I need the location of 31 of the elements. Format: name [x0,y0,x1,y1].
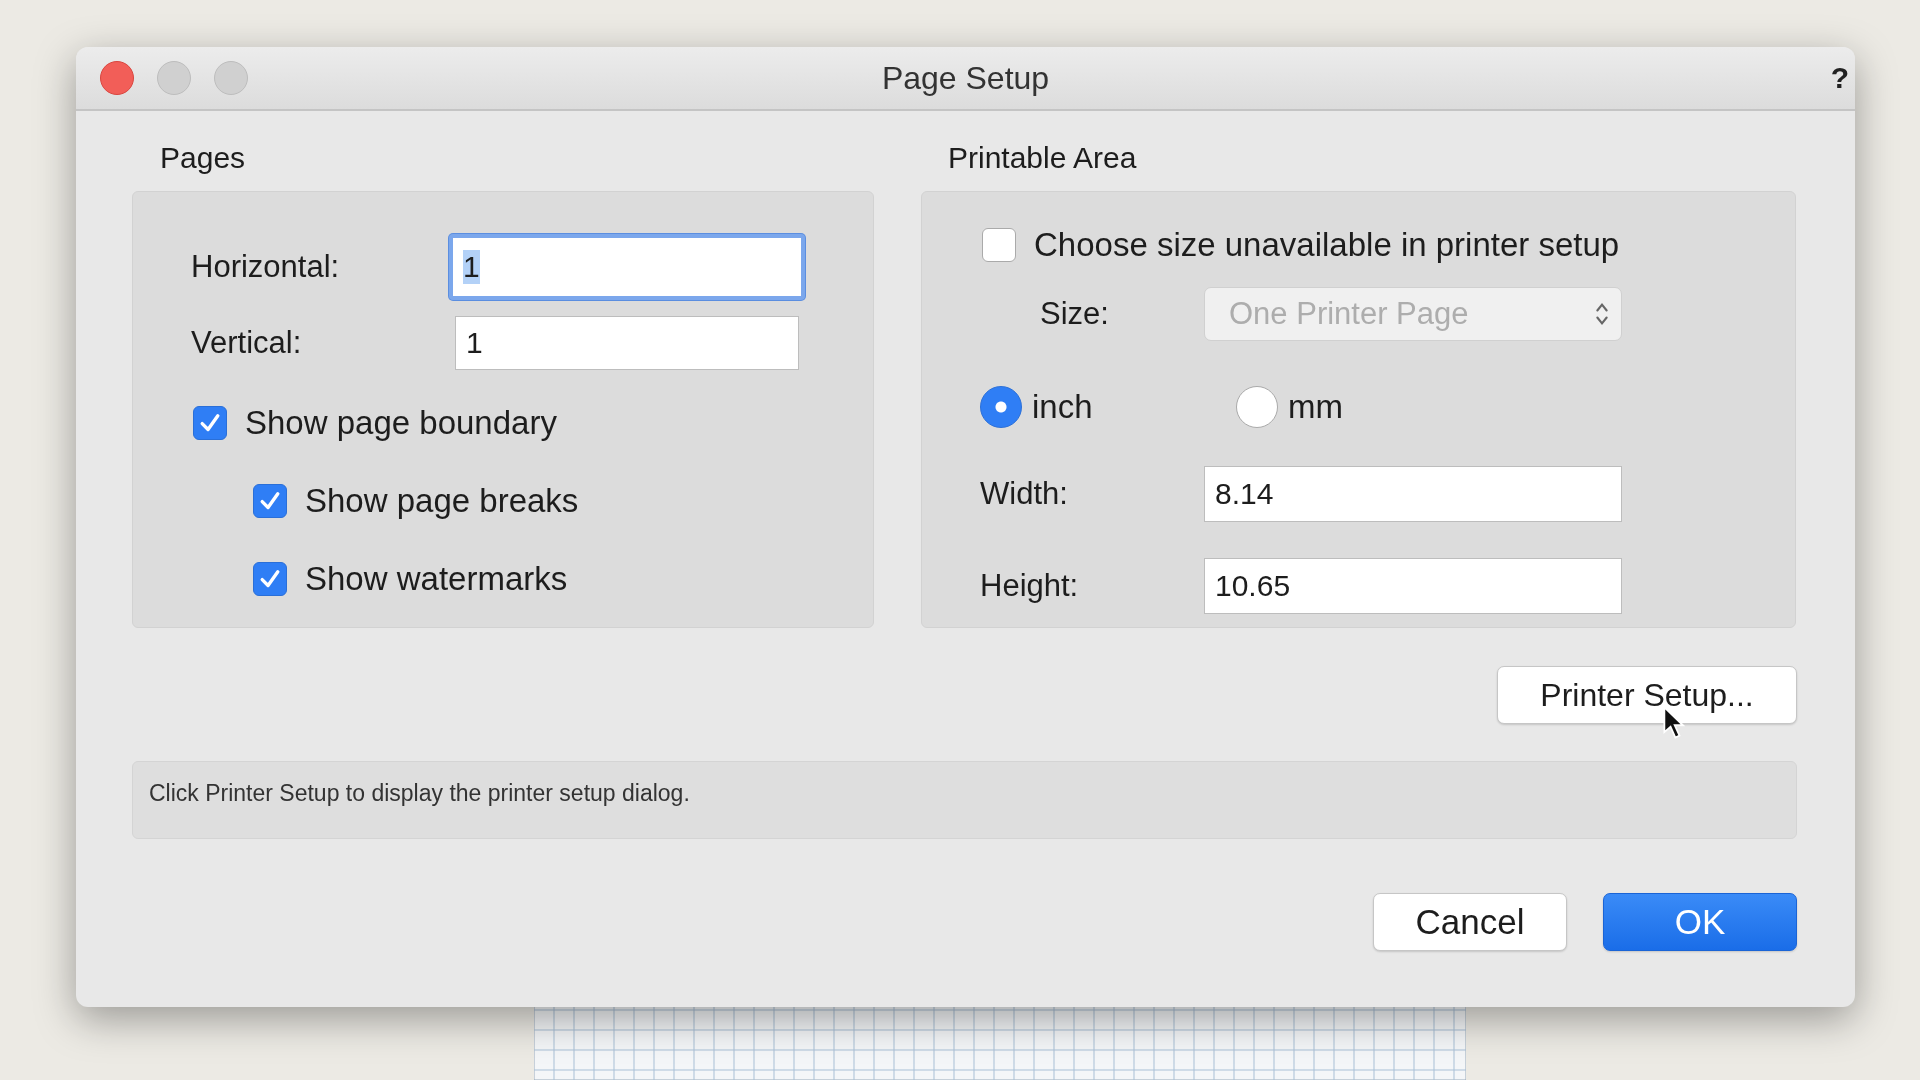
input-field[interactable]: 1 [449,234,805,300]
radio-label: inch [1032,388,1093,426]
close-button[interactable] [100,61,134,95]
chevron-icon [1595,301,1609,327]
field-label: Horizontal: [191,249,341,285]
checkbox-label: Choose size unavailable in printer setup [1034,226,1620,264]
radio-button[interactable] [980,386,1022,428]
ok-button[interactable]: OK [1603,893,1797,951]
field-label: Width: [980,476,1069,512]
checkbox[interactable] [253,562,287,596]
field-label: Height: [980,568,1080,604]
cancel-button[interactable]: Cancel [1373,893,1567,951]
group-title: Printable Area [947,140,1138,176]
radio-label: mm [1288,388,1343,426]
checkbox[interactable] [253,484,287,518]
input-field[interactable]: 1 [455,316,799,370]
help-button[interactable]: ? [1830,61,1849,95]
checkbox-label: Show page boundary [245,404,557,442]
checkbox-label: Show page breaks [305,482,579,520]
input-field[interactable]: 8.14 [1204,466,1622,522]
input-field[interactable]: 10.65 [1204,558,1622,614]
window-title: Page Setup [881,59,1050,97]
field-label: Vertical: [191,325,303,361]
info-text: Click Printer Setup to display the printer setup dialog. [132,761,1797,839]
group-title: Pages [159,140,247,176]
radio-button[interactable] [1236,386,1278,428]
printer-setup-button[interactable]: Printer Setup... [1497,666,1797,724]
checkbox[interactable] [982,228,1016,262]
checkbox-label: Show watermarks [305,560,568,598]
field-label: Size: [1040,296,1110,332]
checkbox[interactable] [193,406,227,440]
